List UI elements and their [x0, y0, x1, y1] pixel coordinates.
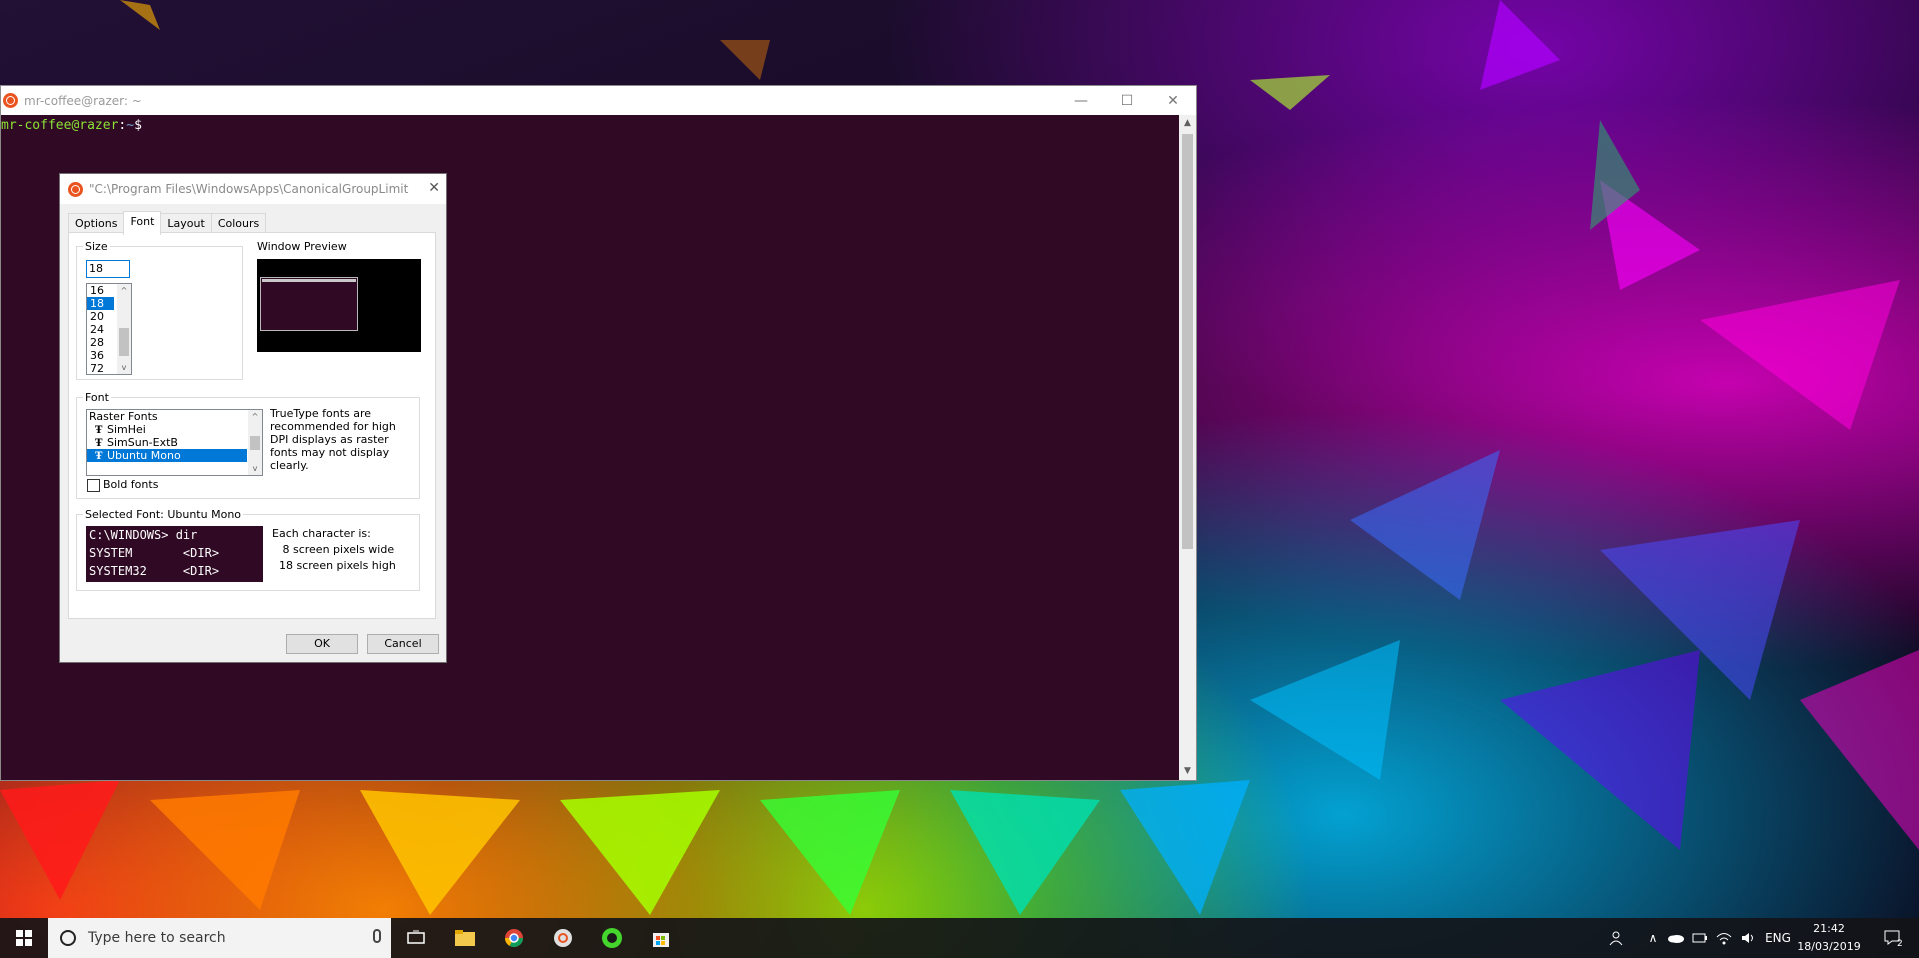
size-list-scrollbar[interactable]: ^ v	[117, 284, 131, 374]
taskbar: Type here to search ∧ ENG 21:42 18/03/20…	[0, 918, 1919, 958]
action-center-icon[interactable]: 2	[1874, 918, 1914, 958]
chrome-icon[interactable]	[490, 918, 538, 958]
maximize-button[interactable]: ☐	[1104, 86, 1150, 115]
font-sample: C:\WINDOWS> dir SYSTEM <DIR> SYSTEM32 <DIR…	[86, 526, 263, 582]
font-item-ubuntu-mono[interactable]: Ŧ Ubuntu Mono	[87, 449, 247, 462]
terminal-prompt[interactable]: mr-coffee@razer:~$	[1, 118, 142, 133]
chevron-up-icon[interactable]: ^	[248, 410, 262, 423]
ubuntu-taskbar-icon[interactable]	[539, 918, 587, 958]
chevron-down-icon[interactable]: v	[117, 361, 131, 374]
scrollbar-thumb[interactable]	[1182, 134, 1193, 549]
onedrive-icon[interactable]	[1664, 918, 1688, 958]
scrollbar-thumb[interactable]	[119, 328, 129, 356]
volume-icon[interactable]	[1736, 918, 1760, 958]
minimize-button[interactable]: —	[1058, 86, 1104, 115]
size-option[interactable]: 16	[87, 284, 114, 297]
chevron-down-icon[interactable]: v	[248, 462, 262, 475]
scroll-down-icon[interactable]: ▼	[1179, 763, 1196, 780]
size-label: Size	[85, 240, 108, 253]
size-option[interactable]: 28	[87, 336, 114, 349]
wifi-icon[interactable]	[1712, 918, 1736, 958]
clock[interactable]: 21:42 18/03/2019	[1797, 920, 1861, 956]
language-indicator[interactable]: ENG	[1760, 918, 1796, 958]
search-icon	[60, 930, 76, 946]
search-box[interactable]: Type here to search	[48, 918, 391, 958]
chevron-up-icon[interactable]: ∧	[1642, 918, 1664, 958]
razer-app-icon[interactable]	[588, 918, 636, 958]
ubuntu-icon	[3, 93, 18, 108]
task-view-icon[interactable]	[392, 918, 440, 958]
font-label: Font	[85, 391, 109, 404]
notification-count: 2	[1897, 939, 1903, 947]
font-item-simsun[interactable]: Ŧ SimSun-ExtB	[87, 436, 247, 449]
battery-icon[interactable]	[1688, 918, 1712, 958]
truetype-icon: Ŧ	[95, 451, 103, 462]
preview-window-outline	[260, 277, 358, 331]
dialog-title: "C:\Program Files\WindowsApps\CanonicalG…	[89, 182, 409, 196]
window-preview-label: Window Preview	[257, 240, 347, 253]
chevron-up-icon[interactable]: ^	[117, 284, 131, 297]
dialog-titlebar[interactable]: "C:\Program Files\WindowsApps\CanonicalG…	[60, 174, 446, 204]
size-input[interactable]: 18	[86, 260, 130, 278]
file-explorer-icon[interactable]	[441, 918, 489, 958]
terminal-title: mr-coffee@razer: ~	[24, 93, 142, 108]
store-icon[interactable]	[637, 918, 685, 958]
close-button[interactable]: ✕	[1150, 86, 1196, 115]
size-option[interactable]: 24	[87, 323, 114, 336]
truetype-note: TrueType fonts are recommended for high …	[270, 407, 396, 472]
windows-logo-icon	[16, 930, 32, 946]
clock-time: 21:42	[1813, 922, 1845, 935]
cancel-button[interactable]: Cancel	[367, 634, 439, 654]
clock-date: 18/03/2019	[1797, 940, 1861, 953]
selected-font-label: Selected Font: Ubuntu Mono	[85, 508, 242, 521]
size-option[interactable]: 20	[87, 310, 114, 323]
prompt-user: mr-coffee@razer	[1, 118, 119, 133]
dialog-close-button[interactable]: ✕	[428, 180, 440, 196]
size-list[interactable]: 16 18 20 24 28 36 72 ^ v	[86, 283, 132, 375]
size-option[interactable]: 72	[87, 362, 114, 374]
window-preview	[257, 259, 421, 352]
tab-font[interactable]: Font	[123, 211, 162, 235]
prompt-symbol: $	[134, 118, 142, 133]
prompt-path: ~	[126, 118, 135, 133]
terminal-titlebar[interactable]: mr-coffee@razer: ~ — ☐ ✕	[1, 86, 1196, 115]
font-list-scrollbar[interactable]: ^ v	[248, 410, 262, 475]
font-item-raster[interactable]: Raster Fonts	[87, 410, 247, 423]
ubuntu-icon	[68, 181, 83, 197]
size-option-selected[interactable]: 18	[87, 297, 114, 310]
search-placeholder: Type here to search	[88, 930, 226, 946]
bold-fonts-label[interactable]: Bold fonts	[103, 478, 158, 491]
scroll-up-icon[interactable]: ▲	[1179, 115, 1196, 132]
ok-button[interactable]: OK	[286, 634, 358, 654]
bold-fonts-checkbox[interactable]	[87, 479, 100, 492]
size-option[interactable]: 36	[87, 349, 114, 362]
character-size-info: Each character is: 8 screen pixels wide …	[272, 527, 396, 572]
terminal-scrollbar[interactable]: ▲ ▼	[1179, 115, 1196, 780]
microphone-icon[interactable]	[373, 929, 381, 943]
font-item-simhei[interactable]: Ŧ SimHei	[87, 423, 247, 436]
font-list[interactable]: Raster Fonts Ŧ SimHei Ŧ SimSun-ExtB Ŧ Ubunt…	[86, 409, 263, 476]
scrollbar-thumb[interactable]	[250, 436, 260, 450]
people-icon[interactable]	[1604, 918, 1630, 958]
start-button[interactable]	[0, 918, 48, 958]
dialog-tabs: Options Font Layout Colours	[68, 211, 267, 235]
